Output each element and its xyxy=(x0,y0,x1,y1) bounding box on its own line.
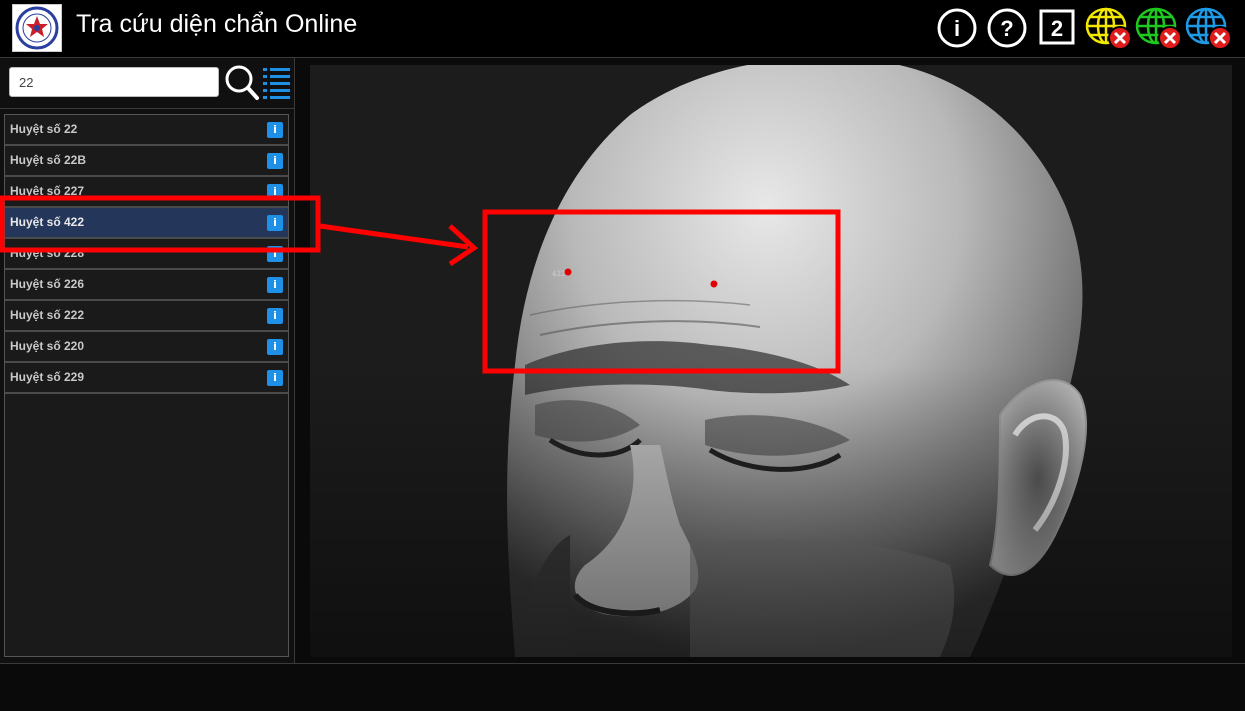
info-icon[interactable]: i xyxy=(267,215,283,231)
globe-yellow-button[interactable] xyxy=(1085,6,1135,57)
search-icon xyxy=(225,65,259,100)
list-item[interactable]: Huyệt số 222 i xyxy=(5,301,288,332)
point-label: 422 xyxy=(552,270,566,278)
info-button[interactable]: i xyxy=(936,7,978,54)
counter-value: 2 xyxy=(1051,16,1063,41)
info-icon[interactable]: i xyxy=(267,246,283,262)
list-item[interactable]: Huyệt số 229 i xyxy=(5,363,288,394)
info-button-label: i xyxy=(954,16,960,41)
list-item-label: Huyệt số 227 xyxy=(10,184,85,198)
help-icon: ? xyxy=(987,8,1027,48)
info-icon[interactable]: i xyxy=(267,308,283,324)
search-input[interactable] xyxy=(9,67,219,97)
list-item[interactable]: Huyệt số 228 i xyxy=(5,239,288,270)
list-view-button[interactable] xyxy=(262,66,292,105)
list-item[interactable]: Huyệt số 22B i xyxy=(5,146,288,177)
counter-button[interactable]: 2 xyxy=(1039,9,1075,50)
list-item-label: Huyệt số 22B xyxy=(10,153,87,167)
list-item-label: Huyệt số 422 xyxy=(10,215,85,229)
app-header: Tra cứu diện chẩn Online i ? 2 xyxy=(0,0,1245,58)
info-icon[interactable]: i xyxy=(267,277,283,293)
search-panel: Huyệt số 22 i Huyệt số 22B i Huyệt số 22… xyxy=(0,58,295,663)
list-item[interactable]: Huyệt số 226 i xyxy=(5,270,288,301)
point-label: 422 xyxy=(715,284,729,292)
head-3d-viewer[interactable]: 422 422 xyxy=(310,65,1232,657)
list-item-label: Huyệt số 222 xyxy=(10,308,85,322)
result-list: Huyệt số 22 i Huyệt số 22B i Huyệt số 22… xyxy=(4,114,289,657)
help-button-label: ? xyxy=(1000,16,1013,41)
info-icon[interactable]: i xyxy=(267,370,283,386)
list-item-selected[interactable]: Huyệt số 422 i xyxy=(5,208,288,239)
list-item-label: Huyệt số 226 xyxy=(10,277,85,291)
head-model-image xyxy=(310,65,1232,657)
info-icon[interactable]: i xyxy=(267,339,283,355)
globe-blue-icon xyxy=(1185,7,1232,50)
list-item-label: Huyệt số 228 xyxy=(10,246,85,260)
app-title: Tra cứu diện chẩn Online xyxy=(76,10,358,38)
footer-divider xyxy=(0,663,1245,664)
help-button[interactable]: ? xyxy=(986,7,1028,54)
globe-blue-button[interactable] xyxy=(1185,6,1235,57)
list-item-label: Huyệt số 22 xyxy=(10,122,78,136)
info-icon[interactable]: i xyxy=(267,153,283,169)
globe-green-icon xyxy=(1135,7,1182,50)
globe-green-button[interactable] xyxy=(1135,6,1185,57)
list-item-label: Huyệt số 229 xyxy=(10,370,85,384)
panel-divider xyxy=(0,108,294,109)
list-item[interactable]: Huyệt số 220 i xyxy=(5,332,288,363)
list-icon xyxy=(263,68,290,99)
info-icon[interactable]: i xyxy=(267,184,283,200)
globe-yellow-icon xyxy=(1085,7,1132,50)
info-icon[interactable]: i xyxy=(267,122,283,138)
app-logo xyxy=(12,4,62,52)
info-icon: i xyxy=(937,8,977,48)
point-marker[interactable] xyxy=(564,268,572,276)
list-item-label: Huyệt số 220 xyxy=(10,339,85,353)
list-item[interactable]: Huyệt số 227 i xyxy=(5,177,288,208)
counter-box-icon: 2 xyxy=(1039,9,1075,45)
search-button[interactable] xyxy=(224,64,260,107)
list-item[interactable]: Huyệt số 22 i xyxy=(5,115,288,146)
